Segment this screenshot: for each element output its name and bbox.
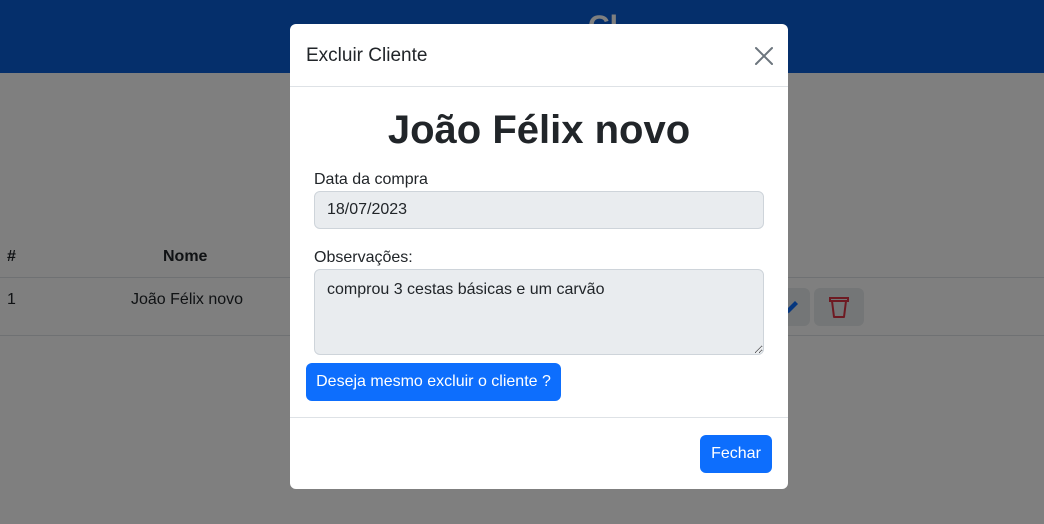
modal-header: Excluir Cliente xyxy=(290,24,788,87)
confirm-delete-button[interactable]: Deseja mesmo excluir o cliente ? xyxy=(306,363,561,401)
date-label: Data da compra xyxy=(314,171,428,188)
close-icon xyxy=(755,47,773,65)
client-name-heading: João Félix novo xyxy=(387,108,691,152)
purchase-date-field[interactable]: 18/07/2023 xyxy=(314,191,764,229)
notes-label: Observações: xyxy=(314,249,413,266)
close-button[interactable] xyxy=(752,44,776,68)
notes-textarea[interactable]: comprou 3 cestas básicas e um carvão xyxy=(314,269,764,355)
close-footer-button[interactable]: Fechar xyxy=(700,435,772,473)
modal-footer: Fechar xyxy=(290,417,788,489)
modal-title: Excluir Cliente xyxy=(306,45,428,66)
delete-client-modal: Excluir Cliente João Félix novo Data da … xyxy=(290,24,788,489)
